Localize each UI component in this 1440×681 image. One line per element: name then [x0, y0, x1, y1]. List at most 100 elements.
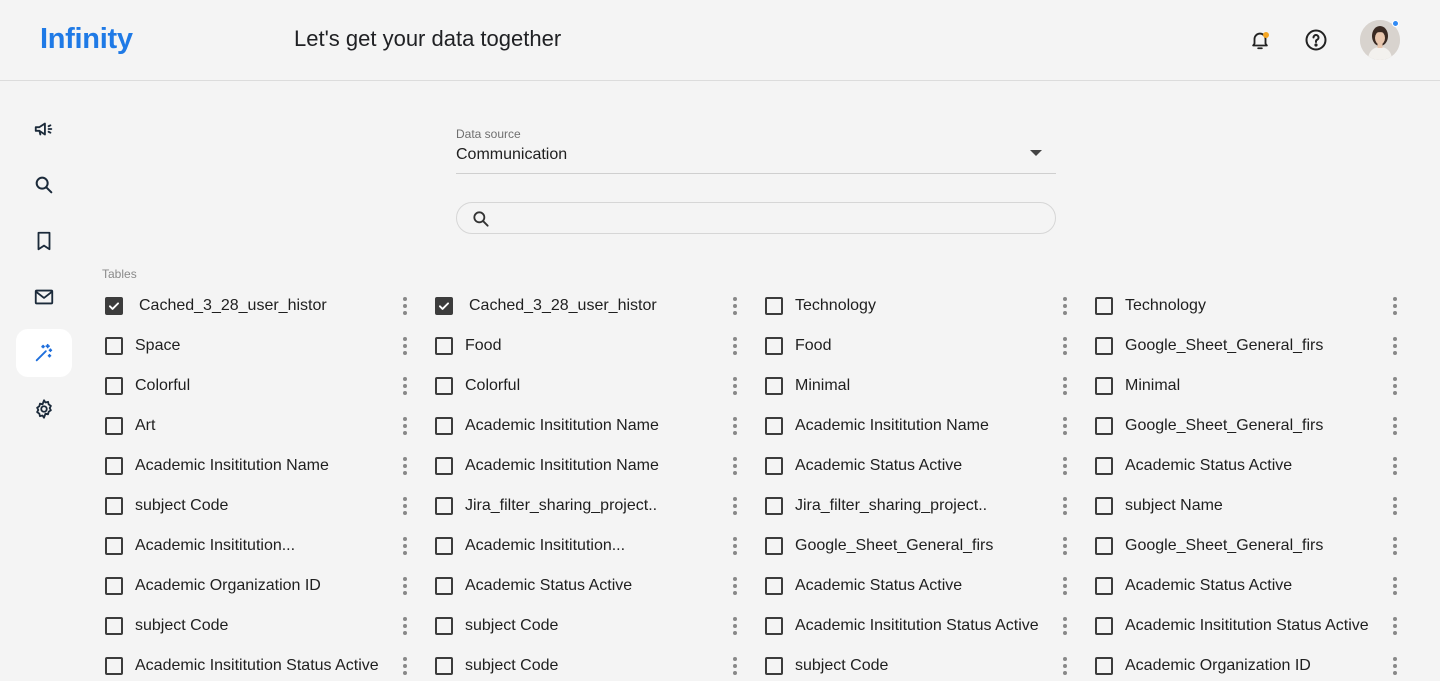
- dropdown-arrow-icon[interactable]: [1030, 150, 1042, 156]
- sidebar-item-settings[interactable]: [16, 385, 72, 433]
- checkbox[interactable]: [765, 377, 783, 395]
- sidebar-item-mail[interactable]: [16, 273, 72, 321]
- more-options-icon[interactable]: [1390, 457, 1400, 475]
- checkbox[interactable]: [765, 577, 783, 595]
- more-options-icon[interactable]: [1060, 497, 1070, 515]
- table-search-box[interactable]: [456, 202, 1056, 234]
- more-options-icon[interactable]: [730, 617, 740, 635]
- checkbox[interactable]: [1095, 337, 1113, 355]
- checkbox[interactable]: [765, 617, 783, 635]
- more-options-icon[interactable]: [1060, 537, 1070, 555]
- checkbox-checked[interactable]: [435, 297, 453, 315]
- table-list-item[interactable]: Google_Sheet_General_firs: [1095, 526, 1323, 566]
- table-list-item[interactable]: Academic Status Active: [765, 566, 962, 606]
- table-list-item[interactable]: Academic Status Active: [1095, 446, 1292, 486]
- checkbox[interactable]: [1095, 417, 1113, 435]
- more-options-icon[interactable]: [1390, 497, 1400, 515]
- checkbox[interactable]: [435, 537, 453, 555]
- table-list-item[interactable]: Academic Status Active: [765, 446, 962, 486]
- more-options-icon[interactable]: [400, 337, 410, 355]
- more-options-icon[interactable]: [730, 417, 740, 435]
- more-options-icon[interactable]: [1390, 417, 1400, 435]
- table-list-item[interactable]: Academic Insititution Status Active: [765, 606, 1039, 646]
- checkbox[interactable]: [105, 417, 123, 435]
- table-list-item[interactable]: Academic Insititution Status Active: [1095, 606, 1369, 646]
- table-list-item[interactable]: subject Code: [765, 646, 888, 681]
- more-options-icon[interactable]: [1060, 577, 1070, 595]
- table-list-item[interactable]: Jira_filter_sharing_project..: [765, 486, 987, 526]
- more-options-icon[interactable]: [730, 457, 740, 475]
- checkbox[interactable]: [105, 337, 123, 355]
- more-options-icon[interactable]: [1060, 617, 1070, 635]
- table-list-item[interactable]: Google_Sheet_General_firs: [1095, 406, 1323, 446]
- more-options-icon[interactable]: [400, 497, 410, 515]
- more-options-icon[interactable]: [1060, 657, 1070, 675]
- more-options-icon[interactable]: [400, 297, 410, 315]
- checkbox[interactable]: [105, 377, 123, 395]
- more-options-icon[interactable]: [1390, 657, 1400, 675]
- more-options-icon[interactable]: [1390, 297, 1400, 315]
- table-list-item[interactable]: subject Code: [105, 606, 228, 646]
- checkbox[interactable]: [765, 657, 783, 675]
- checkbox[interactable]: [435, 657, 453, 675]
- more-options-icon[interactable]: [1390, 377, 1400, 395]
- more-options-icon[interactable]: [730, 657, 740, 675]
- data-source-value[interactable]: Communication: [456, 146, 567, 164]
- checkbox[interactable]: [1095, 617, 1113, 635]
- table-list-item[interactable]: Google_Sheet_General_firs: [1095, 326, 1323, 366]
- more-options-icon[interactable]: [400, 577, 410, 595]
- checkbox[interactable]: [1095, 377, 1113, 395]
- more-options-icon[interactable]: [400, 617, 410, 635]
- checkbox[interactable]: [1095, 537, 1113, 555]
- checkbox[interactable]: [1095, 457, 1113, 475]
- app-logo[interactable]: Infinity: [40, 23, 133, 56]
- table-list-item[interactable]: Academic Insititution...: [435, 526, 625, 566]
- table-list-item[interactable]: Academic Insititution Name: [765, 406, 989, 446]
- more-options-icon[interactable]: [400, 457, 410, 475]
- table-list-item[interactable]: Technology: [765, 286, 876, 326]
- more-options-icon[interactable]: [730, 497, 740, 515]
- help-button[interactable]: [1302, 26, 1330, 54]
- table-list-item[interactable]: Technology: [1095, 286, 1206, 326]
- sidebar-item-bookmarks[interactable]: [16, 217, 72, 265]
- more-options-icon[interactable]: [1060, 457, 1070, 475]
- more-options-icon[interactable]: [730, 297, 740, 315]
- more-options-icon[interactable]: [400, 417, 410, 435]
- more-options-icon[interactable]: [730, 337, 740, 355]
- checkbox[interactable]: [105, 617, 123, 635]
- more-options-icon[interactable]: [730, 377, 740, 395]
- table-list-item[interactable]: Colorful: [435, 366, 520, 406]
- checkbox[interactable]: [435, 457, 453, 475]
- checkbox[interactable]: [765, 537, 783, 555]
- checkbox[interactable]: [435, 617, 453, 635]
- checkbox[interactable]: [765, 337, 783, 355]
- table-list-item[interactable]: Cached_3_28_user_histor: [105, 286, 327, 326]
- checkbox[interactable]: [1095, 657, 1113, 675]
- table-list-item[interactable]: subject Code: [435, 606, 558, 646]
- checkbox[interactable]: [765, 497, 783, 515]
- checkbox[interactable]: [105, 657, 123, 675]
- table-list-item[interactable]: Academic Insititution Name: [435, 406, 659, 446]
- table-list-item[interactable]: Art: [105, 406, 155, 446]
- checkbox-checked[interactable]: [105, 297, 123, 315]
- table-list-item[interactable]: Cached_3_28_user_histor: [435, 286, 657, 326]
- table-list-item[interactable]: Food: [765, 326, 831, 366]
- table-list-item[interactable]: Jira_filter_sharing_project..: [435, 486, 657, 526]
- checkbox[interactable]: [1095, 297, 1113, 315]
- sidebar-item-campaigns[interactable]: [16, 105, 72, 153]
- checkbox[interactable]: [765, 417, 783, 435]
- checkbox[interactable]: [765, 457, 783, 475]
- checkbox[interactable]: [1095, 497, 1113, 515]
- sidebar-item-data-wizard[interactable]: [16, 329, 72, 377]
- checkbox[interactable]: [435, 417, 453, 435]
- table-list-item[interactable]: Space: [105, 326, 180, 366]
- checkbox[interactable]: [105, 497, 123, 515]
- more-options-icon[interactable]: [1390, 617, 1400, 635]
- table-list-item[interactable]: subject Code: [435, 646, 558, 681]
- more-options-icon[interactable]: [730, 577, 740, 595]
- table-list-item[interactable]: Academic Status Active: [1095, 566, 1292, 606]
- more-options-icon[interactable]: [1390, 577, 1400, 595]
- more-options-icon[interactable]: [730, 537, 740, 555]
- checkbox[interactable]: [435, 377, 453, 395]
- checkbox[interactable]: [105, 577, 123, 595]
